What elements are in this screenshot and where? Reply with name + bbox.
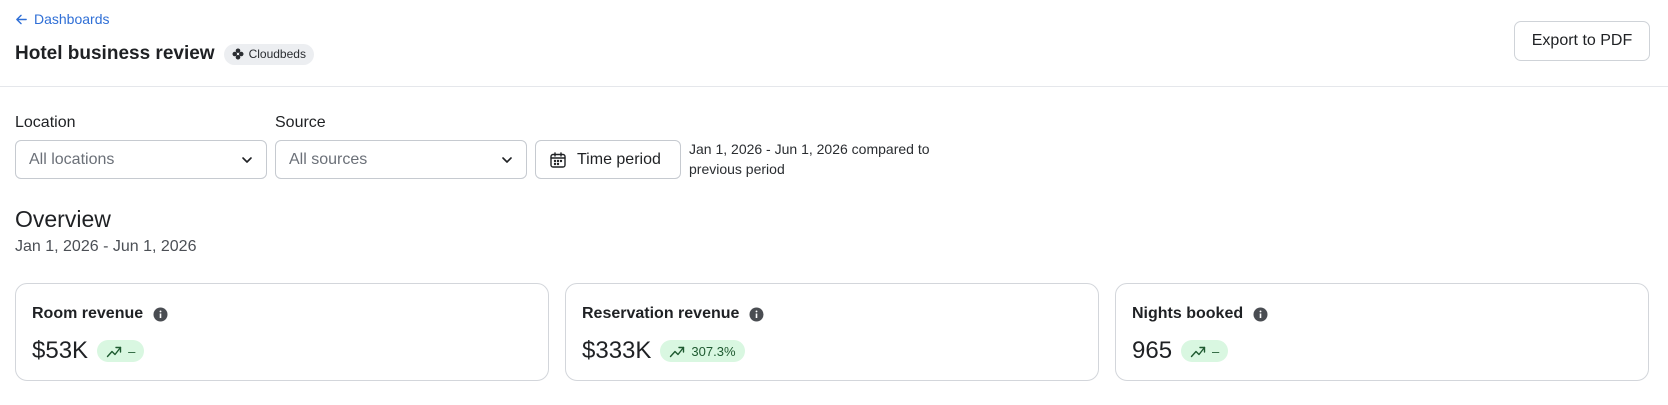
- location-label: Location: [15, 114, 76, 131]
- chevron-down-icon: [502, 156, 512, 163]
- kpi-value: $53K: [32, 337, 89, 364]
- export-to-pdf-button[interactable]: Export to PDF: [1514, 21, 1650, 61]
- kpi-value: $333K: [582, 337, 652, 364]
- trend-up-icon: [106, 346, 122, 358]
- period-description: Jan 1, 2026 - Jun 1, 2026 compared to pr…: [689, 141, 930, 177]
- title-row: Hotel business review Cloudbeds: [15, 43, 314, 65]
- kpi-label: Nights booked: [1132, 305, 1244, 322]
- overview-heading: Overview: [15, 206, 111, 232]
- kpi-delta-value: 307.3%: [691, 343, 736, 359]
- chevron-down-icon: [242, 156, 252, 163]
- source-badge: Cloudbeds: [223, 43, 314, 65]
- time-period-label: Time period: [577, 150, 661, 168]
- info-icon[interactable]: [1253, 307, 1268, 322]
- source-label: Source: [275, 114, 326, 131]
- kpi-label: Room revenue: [32, 305, 144, 322]
- trend-up-icon: [670, 346, 685, 358]
- back-link-label: Dashboards: [34, 11, 110, 27]
- kpi-value: 965: [1132, 337, 1173, 364]
- location-select-value: All locations: [29, 150, 115, 168]
- page-header: Dashboards Hotel business review Cloudbe…: [0, 0, 1668, 87]
- info-icon[interactable]: [153, 307, 168, 322]
- calendar-icon: [550, 151, 566, 168]
- location-select[interactable]: All locations: [15, 140, 267, 179]
- kpi-delta-badge: –: [97, 340, 145, 362]
- kpi-label: Reservation revenue: [582, 305, 740, 322]
- kpi-delta-value: –: [1212, 343, 1220, 359]
- source-select-value: All sources: [289, 150, 368, 168]
- kpi-card-nights-booked: Nights booked 965 –: [1115, 283, 1649, 381]
- info-icon[interactable]: [749, 307, 764, 322]
- back-to-dashboards-link[interactable]: Dashboards: [15, 11, 110, 27]
- arrow-left-icon: [16, 14, 27, 24]
- cloudbeds-logo-icon: [232, 48, 244, 60]
- page-title: Hotel business review: [15, 43, 215, 64]
- kpi-delta-value: –: [128, 343, 136, 359]
- overview-date-range: Jan 1, 2026 - Jun 1, 2026: [15, 238, 197, 255]
- time-period-button[interactable]: Time period: [535, 140, 681, 179]
- source-select[interactable]: All sources: [275, 140, 527, 179]
- badge-label: Cloudbeds: [248, 47, 306, 61]
- kpi-card-room-revenue: Room revenue $53K –: [15, 283, 549, 381]
- kpi-delta-badge: 307.3%: [660, 340, 745, 362]
- trend-up-icon: [1190, 346, 1206, 358]
- kpi-delta-badge: –: [1181, 340, 1229, 362]
- kpi-card-reservation-revenue: Reservation revenue $333K 307.3%: [565, 283, 1099, 381]
